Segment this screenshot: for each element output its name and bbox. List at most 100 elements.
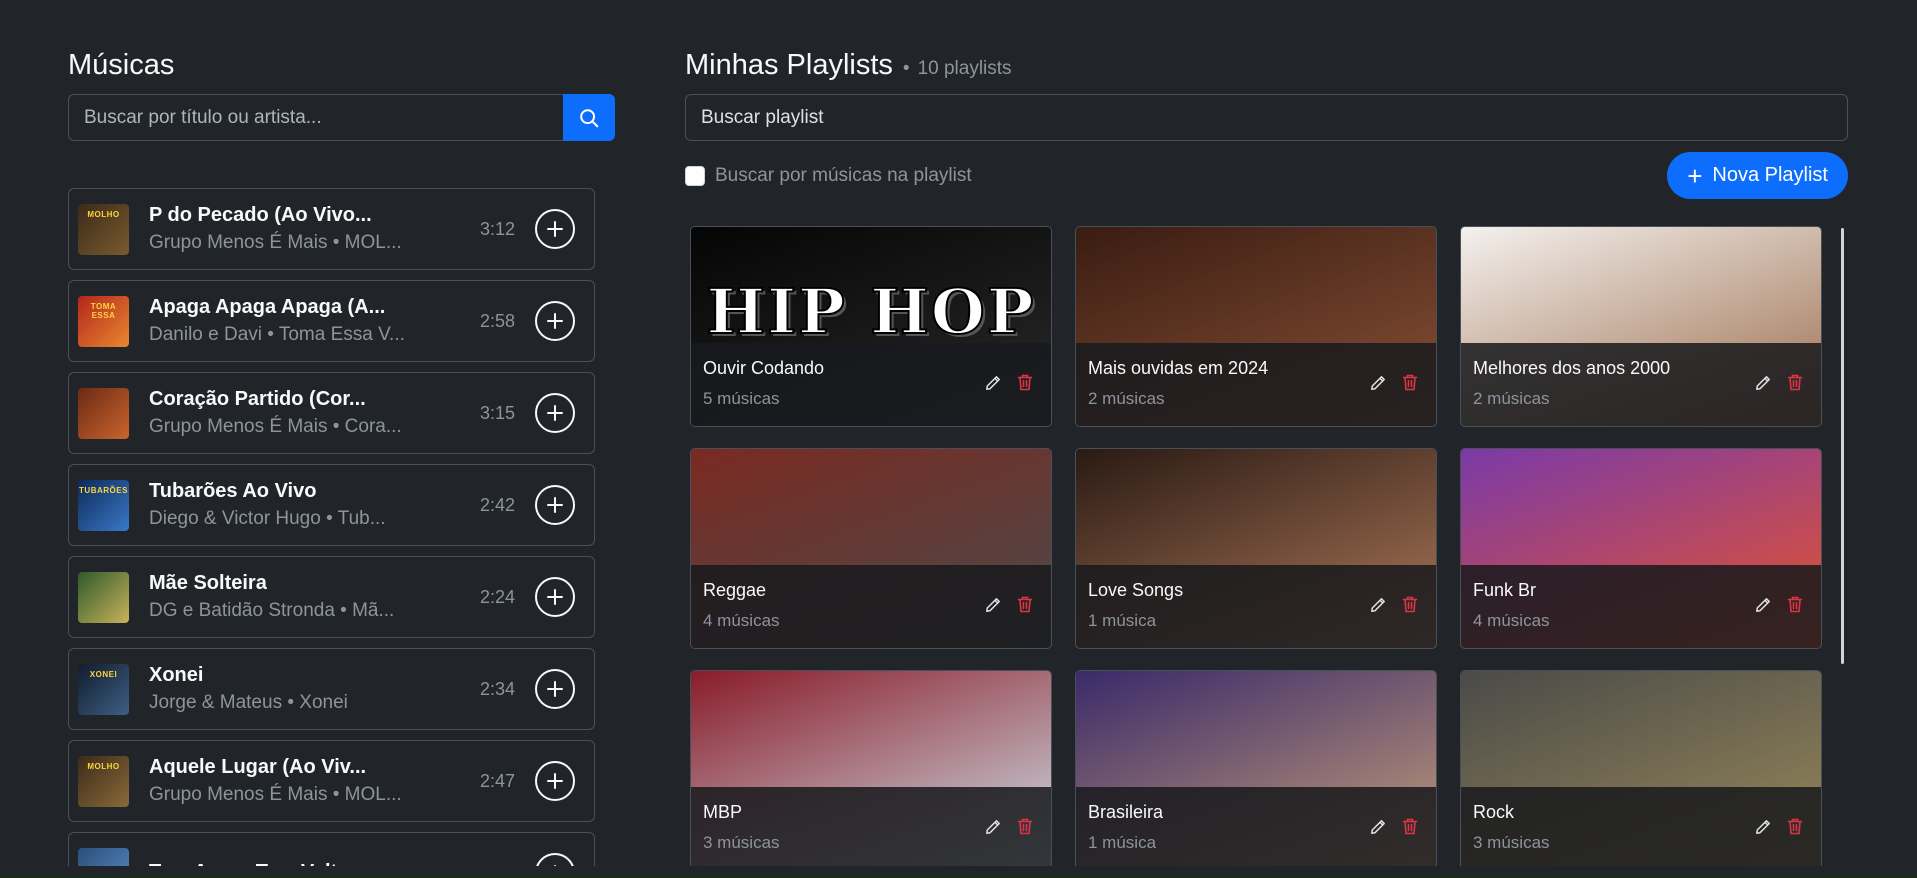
song-title: Coração Partido (Cor...: [149, 388, 366, 410]
song-duration: 3:12: [479, 218, 515, 239]
edit-playlist-button[interactable]: [1755, 375, 1771, 391]
add-to-playlist-button[interactable]: [535, 301, 575, 341]
delete-playlist-button[interactable]: [1017, 596, 1033, 613]
playlist-actions: [1370, 596, 1418, 613]
add-to-playlist-button[interactable]: [535, 393, 575, 433]
song-info: Tem Amor, Tem Volta: [149, 859, 505, 866]
playlists-header: Minhas Playlists • 10 playlists: [685, 46, 1848, 84]
song-artist-album: Grupo Menos É Mais • Cora...: [149, 416, 402, 437]
edit-playlist-button[interactable]: [985, 375, 1001, 391]
playlist-song-count: 3 músicas: [703, 833, 780, 852]
playlist-song-count: 1 música: [1088, 611, 1157, 630]
song-duration: 2:34: [479, 678, 515, 699]
song-artist-album: Jorge & Mateus • Xonei: [149, 692, 348, 713]
song-info: Coração Partido (Cor... Grupo Menos É Ma…: [149, 386, 470, 440]
add-to-playlist-button[interactable]: [535, 209, 575, 249]
playlist-card[interactable]: MBP 3 músicas: [690, 670, 1052, 866]
song-artist-album: Diego & Victor Hugo • Tub...: [149, 508, 386, 529]
song-row[interactable]: Coração Partido (Cor... Grupo Menos É Ma…: [68, 372, 595, 454]
song-title: Apaga Apaga Apaga (A...: [149, 296, 386, 318]
search-icon: [580, 108, 599, 127]
trash-icon: [1787, 374, 1803, 391]
song-title: Aquele Lugar (Ao Viv...: [149, 756, 367, 778]
delete-playlist-button[interactable]: [1017, 818, 1033, 835]
songs-title: Músicas: [68, 49, 175, 81]
edit-playlist-button[interactable]: [1755, 819, 1771, 835]
search-in-songs-checkbox[interactable]: [685, 165, 705, 186]
edit-playlist-button[interactable]: [1370, 819, 1386, 835]
delete-playlist-button[interactable]: [1402, 818, 1418, 835]
trash-icon: [1402, 596, 1418, 613]
song-row[interactable]: MOLHO Aquele Lugar (Ao Viv... Grupo Meno…: [68, 740, 595, 822]
search-in-songs-option[interactable]: Buscar por músicas na playlist: [685, 165, 972, 187]
playlist-scrollbar[interactable]: [1841, 228, 1844, 664]
delete-playlist-button[interactable]: [1787, 818, 1803, 835]
song-search-button[interactable]: [563, 94, 615, 141]
pencil-icon: [1371, 597, 1385, 612]
playlist-song-count: 5 músicas: [703, 389, 780, 408]
add-to-playlist-button[interactable]: [535, 577, 575, 617]
song-row[interactable]: XONEI Xonei Jorge & Mateus • Xonei 2:34: [68, 648, 595, 730]
new-playlist-button[interactable]: + Nova Playlist: [1667, 152, 1848, 199]
edit-playlist-button[interactable]: [1370, 375, 1386, 391]
song-info: Tubarões Ao Vivo Diego & Victor Hugo • T…: [149, 478, 470, 532]
playlist-search-input[interactable]: [685, 94, 1848, 141]
song-row[interactable]: MOLHO P do Pecado (Ao Vivo... Grupo Meno…: [68, 188, 595, 270]
playlist-card[interactable]: Funk Br 4 músicas: [1460, 448, 1822, 649]
playlist-card[interactable]: Reggae 4 músicas: [690, 448, 1052, 649]
edit-playlist-button[interactable]: [985, 597, 1001, 613]
delete-playlist-button[interactable]: [1787, 374, 1803, 391]
song-list: MOLHO P do Pecado (Ao Vivo... Grupo Meno…: [68, 188, 595, 866]
song-artist-album: Grupo Menos É Mais • MOL...: [149, 232, 402, 253]
add-to-playlist-button[interactable]: [535, 853, 575, 866]
pencil-icon: [986, 819, 1000, 834]
playlist-grid-container[interactable]: HIP HOP Ouvir Codando 5 músicas Mais ouv…: [690, 226, 1848, 866]
playlist-card[interactable]: Brasileira 1 música: [1075, 670, 1437, 866]
playlist-card[interactable]: HIP HOP Ouvir Codando 5 músicas: [690, 226, 1052, 427]
song-row[interactable]: TUBARÕES Tubarões Ao Vivo Diego & Victor…: [68, 464, 595, 546]
add-to-playlist-button[interactable]: [535, 761, 575, 801]
song-search-input[interactable]: [68, 94, 563, 141]
album-cover: [78, 571, 129, 623]
album-cover-caption: TOMA ESSA: [90, 301, 117, 320]
delete-playlist-button[interactable]: [1402, 596, 1418, 613]
song-row[interactable]: Mãe Solteira DG e Batidão Stronda • Mã..…: [68, 556, 595, 638]
song-info: Aquele Lugar (Ao Viv... Grupo Menos É Ma…: [149, 754, 470, 808]
pencil-icon: [1756, 597, 1770, 612]
trash-icon: [1787, 596, 1803, 613]
playlist-actions: [1370, 818, 1418, 835]
edit-playlist-button[interactable]: [985, 819, 1001, 835]
song-duration: 2:24: [479, 586, 515, 607]
song-info: Apaga Apaga Apaga (A... Danilo e Davi • …: [149, 294, 470, 348]
delete-playlist-button[interactable]: [1402, 374, 1418, 391]
count-separator: •: [902, 58, 910, 79]
playlist-actions: [1755, 818, 1803, 835]
delete-playlist-button[interactable]: [1787, 596, 1803, 613]
playlist-song-count: 4 músicas: [703, 611, 780, 630]
playlist-card[interactable]: Mais ouvidas em 2024 2 músicas: [1075, 226, 1437, 427]
song-row[interactable]: TOMA ESSA Apaga Apaga Apaga (A... Danilo…: [68, 280, 595, 362]
playlist-card[interactable]: Love Songs 1 música: [1075, 448, 1437, 649]
song-artist-album: Grupo Menos É Mais • MOL...: [149, 784, 402, 805]
playlist-grid: HIP HOP Ouvir Codando 5 músicas Mais ouv…: [690, 226, 1848, 866]
song-row[interactable]: Tem Amor, Tem Volta: [68, 832, 595, 866]
edit-playlist-button[interactable]: [1755, 597, 1771, 613]
playlist-card[interactable]: Rock 3 músicas: [1460, 670, 1822, 866]
playlist-card[interactable]: Melhores dos anos 2000 2 músicas: [1460, 226, 1822, 427]
add-to-playlist-button[interactable]: [535, 669, 575, 709]
song-info: P do Pecado (Ao Vivo... Grupo Menos É Ma…: [149, 202, 470, 256]
playlist-actions: [985, 596, 1033, 613]
playlist-actions: [1755, 374, 1803, 391]
plus-icon: [547, 773, 563, 789]
trash-icon: [1787, 818, 1803, 835]
playlist-cover-text: HIP HOP: [706, 274, 1036, 349]
add-to-playlist-button[interactable]: [535, 485, 575, 525]
edit-playlist-button[interactable]: [1370, 597, 1386, 613]
playlist-song-count: 2 músicas: [1088, 389, 1165, 408]
album-cover-caption: MOLHO: [87, 761, 120, 771]
plus-icon: +: [1687, 160, 1703, 191]
song-info: Mãe Solteira DG e Batidão Stronda • Mã..…: [149, 570, 470, 624]
trash-icon: [1402, 374, 1418, 391]
delete-playlist-button[interactable]: [1017, 374, 1033, 391]
playlist-song-count: 3 músicas: [1473, 833, 1550, 852]
